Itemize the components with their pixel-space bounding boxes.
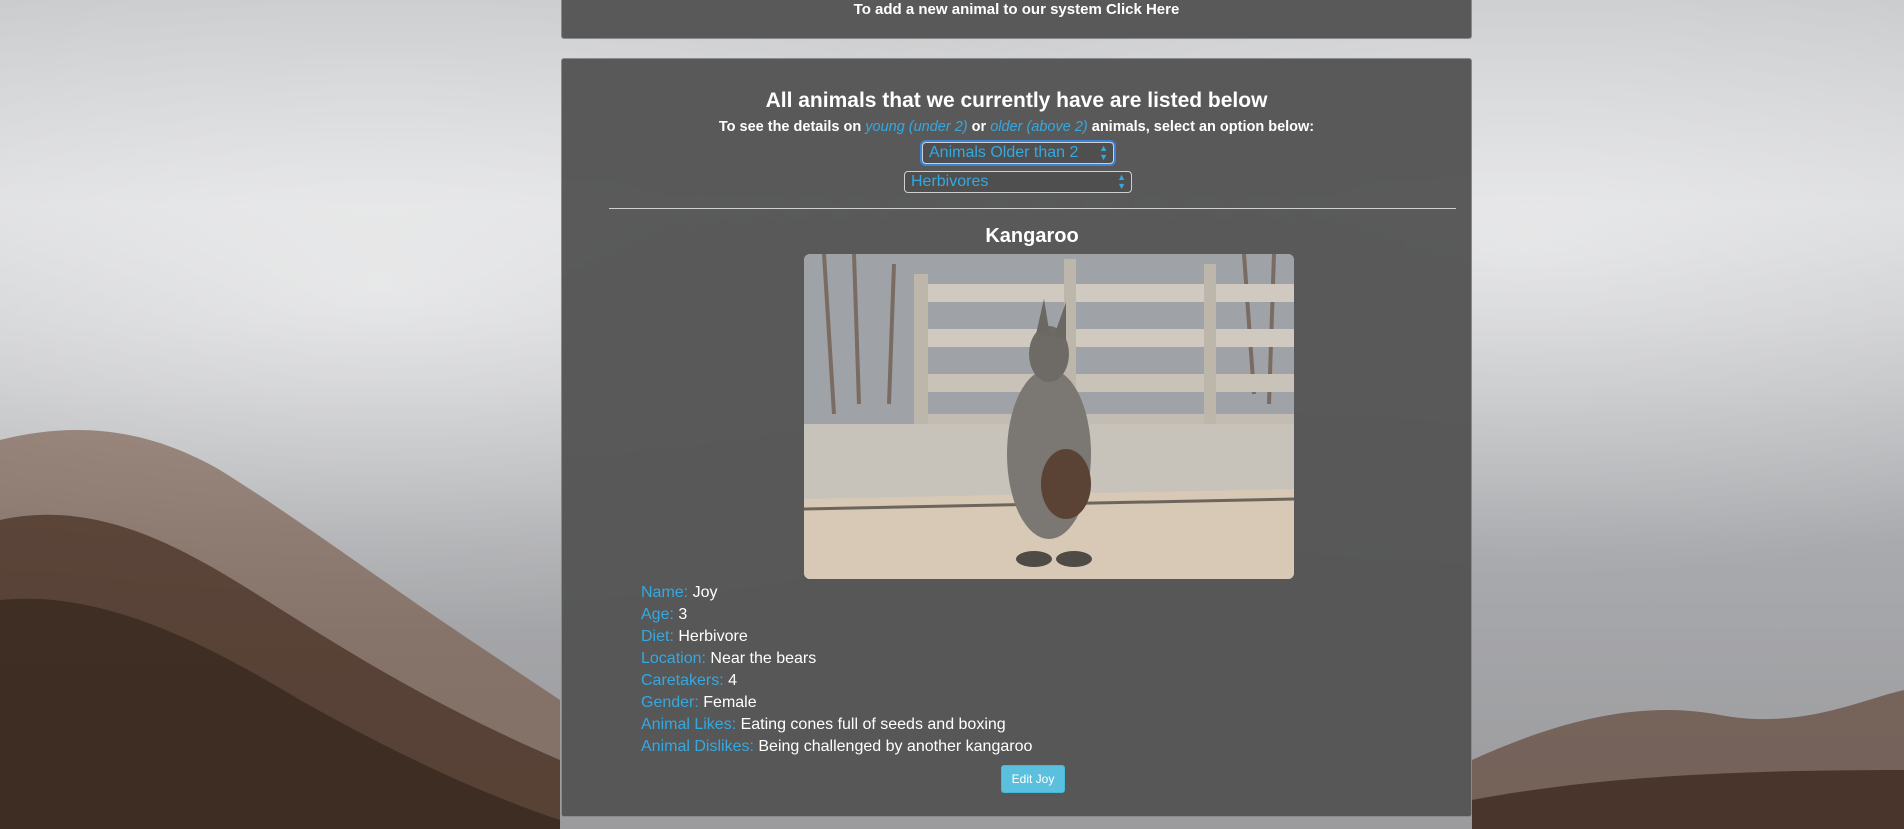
divider: [609, 208, 1456, 209]
animal-photo: [804, 254, 1294, 579]
detail-label: Animal Likes:: [641, 716, 737, 733]
diet-filter-select[interactable]: Herbivores ▲ ▼: [904, 171, 1132, 193]
detail-value: Female: [703, 694, 757, 711]
filter-instructions: To see the details on young (under 2) or…: [562, 119, 1471, 135]
detail-age: Age: 3: [641, 604, 1032, 626]
detail-value: Eating cones full of seeds and boxing: [740, 716, 1006, 733]
young-highlight: young (under 2): [865, 119, 968, 135]
detail-location: Location: Near the bears: [641, 648, 1032, 670]
animal-list-panel: All animals that we currently have are l…: [561, 58, 1472, 817]
detail-caretakers: Caretakers: 4: [641, 670, 1032, 692]
diet-filter-value: Herbivores: [911, 173, 989, 190]
detail-value: Herbivore: [678, 628, 748, 645]
instruction-prefix: To see the details on: [718, 119, 862, 135]
age-filter-value: Animals Older than 2: [929, 144, 1079, 161]
detail-value: Being challenged by another kangaroo: [758, 738, 1033, 755]
instruction-suffix: animals, select an option below:: [1091, 119, 1315, 135]
detail-label: Age:: [641, 606, 674, 623]
detail-value: 3: [678, 606, 688, 623]
select-arrows-icon: ▲ ▼: [1099, 143, 1108, 162]
edit-animal-button[interactable]: Edit Joy: [1001, 765, 1065, 793]
select-arrows-icon: ▲ ▼: [1117, 172, 1126, 191]
detail-gender: Gender: Female: [641, 692, 1032, 714]
instruction-or: or: [971, 119, 987, 135]
page-title: All animals that we currently have are l…: [765, 89, 1268, 112]
detail-label: Name:: [641, 584, 689, 601]
detail-value: 4: [728, 672, 738, 689]
detail-value: Near the bears: [710, 650, 817, 667]
detail-label: Caretakers:: [641, 672, 724, 689]
add-animal-panel: To add a new animal to our system Click …: [561, 0, 1472, 39]
detail-label: Location:: [641, 650, 706, 667]
detail-likes: Animal Likes: Eating cones full of seeds…: [641, 714, 1032, 736]
detail-label: Gender:: [641, 694, 699, 711]
detail-dislikes: Animal Dislikes: Being challenged by ano…: [641, 736, 1032, 758]
older-highlight: older (above 2): [990, 119, 1088, 135]
detail-diet: Diet: Herbivore: [641, 626, 1032, 648]
detail-name: Name: Joy: [641, 582, 1032, 604]
add-animal-link[interactable]: To add a new animal to our system Click …: [562, 1, 1471, 18]
detail-label: Diet:: [641, 628, 674, 645]
detail-value: Joy: [692, 584, 718, 601]
animal-species-title: Kangaroo: [985, 225, 1079, 247]
age-filter-select[interactable]: Animals Older than 2 ▲ ▼: [922, 142, 1114, 164]
animal-details: Name: Joy Age: 3 Diet: Herbivore Locatio…: [641, 582, 1032, 758]
detail-label: Animal Dislikes:: [641, 738, 754, 755]
